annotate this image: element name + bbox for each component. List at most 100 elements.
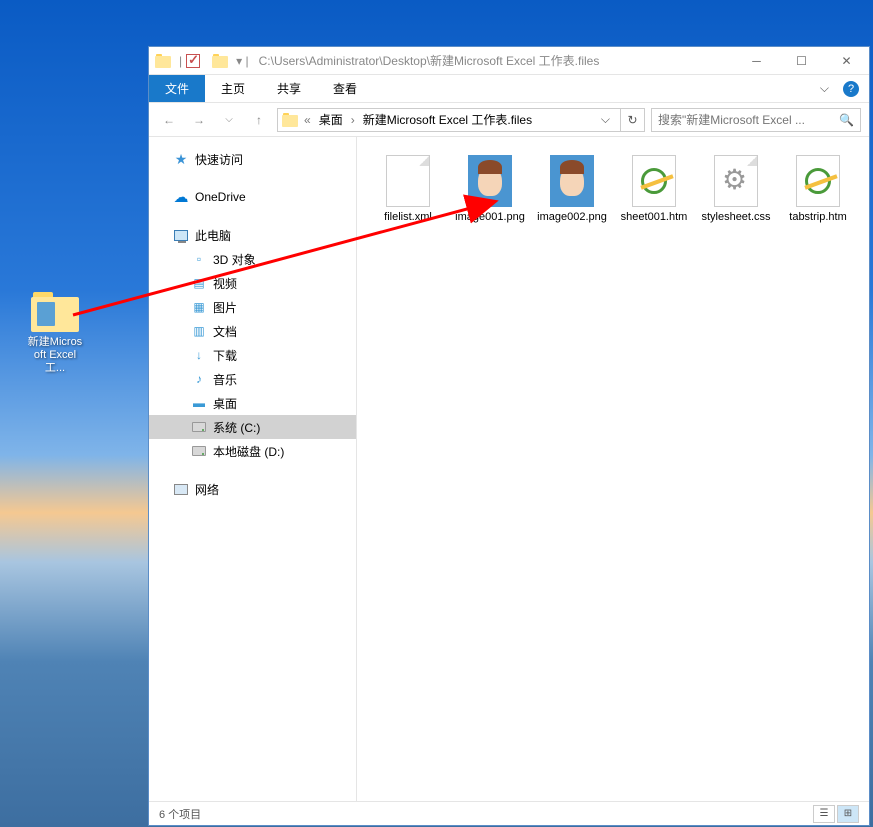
tab-home[interactable]: 主页: [205, 75, 261, 102]
ribbon-expand-icon[interactable]: ⌵: [810, 75, 839, 102]
tab-view[interactable]: 查看: [317, 75, 373, 102]
item-count: 6 个项目: [159, 806, 201, 822]
video-icon: ▤: [191, 275, 207, 291]
breadcrumb-desktop[interactable]: 桌面: [315, 111, 347, 128]
tab-share[interactable]: 共享: [261, 75, 317, 102]
check-icon[interactable]: [186, 54, 200, 68]
folder-icon: [155, 54, 171, 68]
folder-icon: ▫: [191, 251, 207, 267]
image-thumbnail-icon: [468, 155, 512, 207]
sidebar-label: 桌面: [213, 395, 237, 412]
sidebar-drive-c[interactable]: 系统 (C:): [149, 415, 356, 439]
htm-file-icon: [796, 155, 840, 207]
separator: ▾ |: [236, 54, 248, 68]
refresh-button[interactable]: ↻: [621, 108, 645, 132]
up-button[interactable]: ↑: [247, 108, 271, 132]
body-area: ★ 快速访问 ☁ OneDrive 此电脑 ▫ 3D 对象 ▤ 视频: [149, 137, 869, 801]
tab-file[interactable]: 文件: [149, 75, 205, 102]
view-details-button[interactable]: ☰: [813, 805, 835, 823]
file-item[interactable]: image002.png: [531, 151, 613, 241]
sidebar-label: OneDrive: [195, 190, 246, 204]
title-path: C:\Users\Administrator\Desktop\新建Microso…: [259, 52, 600, 69]
htm-file-icon: [632, 155, 676, 207]
back-button[interactable]: ←: [157, 108, 181, 132]
chevron-icon[interactable]: ›: [349, 113, 357, 127]
sidebar-label: 快速访问: [195, 151, 243, 168]
sidebar-label: 此电脑: [195, 227, 231, 244]
sidebar-downloads[interactable]: ↓ 下载: [149, 343, 356, 367]
close-button[interactable]: ✕: [824, 47, 869, 75]
titlebar: | ▾ | C:\Users\Administrator\Desktop\新建M…: [149, 47, 869, 75]
sidebar-desktop[interactable]: ▬ 桌面: [149, 391, 356, 415]
sidebar-network[interactable]: 网络: [149, 477, 356, 501]
folder-icon: [212, 54, 228, 68]
file-name: image002.png: [533, 211, 611, 224]
address-dropdown-icon[interactable]: ⌵: [595, 112, 616, 127]
sidebar-label: 下载: [213, 347, 237, 364]
sidebar-label: 图片: [213, 299, 237, 316]
sidebar-quick-access[interactable]: ★ 快速访问: [149, 147, 356, 171]
image-thumbnail-icon: [550, 155, 594, 207]
music-icon: ♪: [191, 371, 207, 387]
window-controls: ─ ☐ ✕: [734, 47, 869, 75]
file-item[interactable]: stylesheet.css: [695, 151, 777, 241]
separator: |: [179, 54, 182, 68]
minimize-button[interactable]: ─: [734, 47, 779, 75]
file-name: stylesheet.css: [697, 211, 775, 224]
file-name: image001.png: [451, 211, 529, 224]
sidebar-drive-d[interactable]: 本地磁盘 (D:): [149, 439, 356, 463]
network-icon: [173, 481, 189, 497]
picture-icon: ▦: [191, 299, 207, 315]
css-file-icon: [714, 155, 758, 207]
sidebar-documents[interactable]: ▥ 文档: [149, 319, 356, 343]
sidebar-videos[interactable]: ▤ 视频: [149, 271, 356, 295]
sidebar-pictures[interactable]: ▦ 图片: [149, 295, 356, 319]
xml-file-icon: [386, 155, 430, 207]
sidebar-3d-objects[interactable]: ▫ 3D 对象: [149, 247, 356, 271]
folder-icon: [282, 113, 298, 127]
folder-icon: [31, 292, 79, 332]
desktop-icon-label: 新建Microsoft Excel 工...: [25, 336, 85, 375]
sidebar-label: 本地磁盘 (D:): [213, 443, 284, 460]
menubar: 文件 主页 共享 查看 ⌵ ?: [149, 75, 869, 103]
recent-locations-button[interactable]: ⌵: [217, 108, 241, 132]
star-icon: ★: [173, 151, 189, 167]
file-item[interactable]: tabstrip.htm: [777, 151, 859, 241]
file-name: filelist.xml: [369, 211, 447, 224]
sidebar-music[interactable]: ♪ 音乐: [149, 367, 356, 391]
view-icons-button[interactable]: ⊞: [837, 805, 859, 823]
search-box[interactable]: 🔍: [651, 108, 861, 132]
desktop-folder-icon[interactable]: 新建Microsoft Excel 工...: [25, 292, 85, 375]
statusbar: 6 个项目 ☰ ⊞: [149, 801, 869, 825]
download-icon: ↓: [191, 347, 207, 363]
sidebar-label: 文档: [213, 323, 237, 340]
file-item[interactable]: filelist.xml: [367, 151, 449, 241]
chevron-icon[interactable]: «: [302, 113, 313, 127]
forward-button[interactable]: →: [187, 108, 211, 132]
file-name: tabstrip.htm: [779, 211, 857, 224]
sidebar-label: 3D 对象: [213, 251, 256, 268]
desktop-icon: ▬: [191, 395, 207, 411]
pc-icon: [173, 227, 189, 243]
file-name: sheet001.htm: [615, 211, 693, 224]
file-list: filelist.xml image001.png image002.png s…: [357, 137, 869, 801]
addressbar: ← → ⌵ ↑ « 桌面 › 新建Microsoft Excel 工作表.fil…: [149, 103, 869, 137]
drive-icon: [191, 419, 207, 435]
address-box[interactable]: « 桌面 › 新建Microsoft Excel 工作表.files ⌵: [277, 108, 621, 132]
sidebar-label: 网络: [195, 481, 219, 498]
breadcrumb-folder[interactable]: 新建Microsoft Excel 工作表.files: [359, 111, 536, 128]
onedrive-icon: ☁: [173, 189, 189, 205]
sidebar-label: 系统 (C:): [213, 419, 260, 436]
explorer-window: | ▾ | C:\Users\Administrator\Desktop\新建M…: [148, 46, 870, 826]
sidebar-onedrive[interactable]: ☁ OneDrive: [149, 185, 356, 209]
sidebar-label: 音乐: [213, 371, 237, 388]
sidebar-this-pc[interactable]: 此电脑: [149, 223, 356, 247]
search-input[interactable]: [658, 113, 839, 127]
help-icon[interactable]: ?: [843, 81, 859, 97]
file-item[interactable]: sheet001.htm: [613, 151, 695, 241]
maximize-button[interactable]: ☐: [779, 47, 824, 75]
navigation-pane: ★ 快速访问 ☁ OneDrive 此电脑 ▫ 3D 对象 ▤ 视频: [149, 137, 357, 801]
search-icon[interactable]: 🔍: [839, 113, 854, 127]
file-item[interactable]: image001.png: [449, 151, 531, 241]
sidebar-label: 视频: [213, 275, 237, 292]
